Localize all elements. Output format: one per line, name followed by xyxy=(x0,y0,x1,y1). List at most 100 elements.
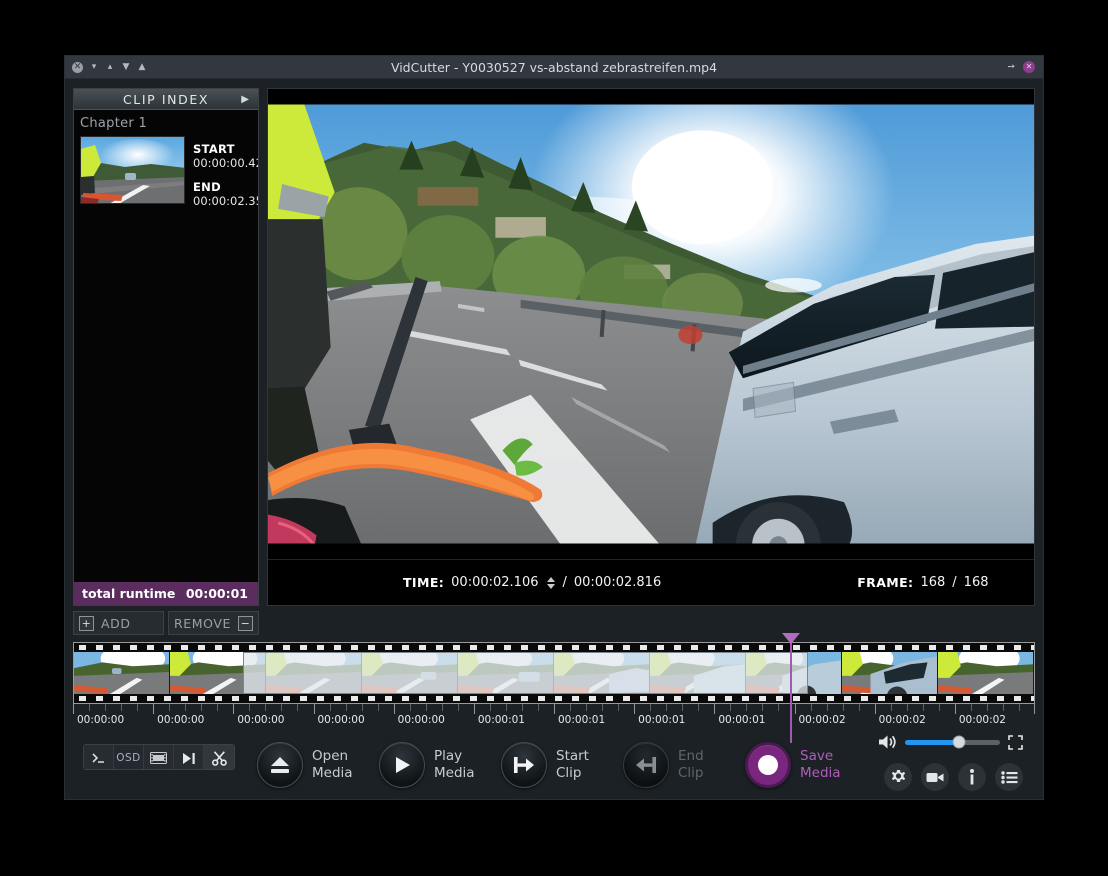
save-media-line1: Save xyxy=(800,748,834,764)
selection-region[interactable] xyxy=(242,652,809,694)
settings-gear-icon[interactable] xyxy=(884,763,912,791)
total-runtime-bar: total runtime 00:00:01 xyxy=(74,582,258,605)
save-media-button[interactable]: Save Media xyxy=(745,742,841,788)
window-title: VidCutter - Y0030527 vs-abstand zebrastr… xyxy=(390,59,718,75)
list-item[interactable]: START 00:00:00.421 END 00:00:02.356 xyxy=(74,136,258,208)
timeline[interactable]: 00:00:00 00:00:00 00:00:00 00:00:00 00:00:00… xyxy=(73,633,1035,743)
ruler-tick-minor xyxy=(105,704,107,711)
ruler-tick-minor xyxy=(425,704,427,711)
ruler-label: 00:00:01 xyxy=(558,714,606,726)
film-perforations-top xyxy=(74,643,1034,652)
clip-buttons: + ADD REMOVE − xyxy=(73,606,259,635)
volume-knob[interactable] xyxy=(952,735,966,749)
double-chevron-up-icon[interactable]: ▲ xyxy=(137,62,147,72)
play-media-button[interactable]: Play Media xyxy=(379,742,475,788)
bottom-toolbar: OSD Open Media Play Media Start Clip End… xyxy=(73,728,1035,791)
video-panel: TIME: 00:00:02.106 / 00:00:02.816 FRAME:… xyxy=(267,88,1035,606)
ruler-label: 00:00:00 xyxy=(77,714,125,726)
ruler-tick-minor xyxy=(858,704,860,711)
ruler-tick-minor xyxy=(169,704,171,711)
double-chevron-down-icon[interactable]: ▼ xyxy=(121,62,131,72)
end-clip-button[interactable]: End Clip xyxy=(623,742,704,788)
osd-icon[interactable]: OSD xyxy=(114,745,144,769)
close-icon[interactable]: ✕ xyxy=(72,61,83,73)
clip-index-body: Chapter 1 START 00:00:00.4 END 00:00:02.… xyxy=(74,110,258,582)
timeline-ruler[interactable]: 00:00:00 00:00:00 00:00:00 00:00:00 00:00:00… xyxy=(73,704,1035,727)
thumbnails-icon[interactable] xyxy=(144,745,174,769)
ruler-tick-minor xyxy=(810,704,812,711)
ruler-tick-minor xyxy=(746,704,748,711)
add-clip-label: ADD xyxy=(101,615,131,631)
play-media-label: Play Media xyxy=(434,748,475,782)
ruler-tick-minor xyxy=(682,704,684,711)
clip-start-icon xyxy=(501,742,547,788)
ruler-label: 00:00:02 xyxy=(798,714,846,726)
screen: ✕ ▾ ▴ ▼ ▲ VidCutter - Y0030527 vs-abstan… xyxy=(0,0,1108,876)
play-media-line2: Media xyxy=(434,765,475,781)
time-current-value[interactable]: 00:00:02.106 xyxy=(451,575,538,590)
ruler-tick-minor xyxy=(521,704,523,711)
ruler-tick-minor xyxy=(666,704,668,711)
ruler-tick-minor xyxy=(457,704,459,711)
end-clip-line1: End xyxy=(678,748,704,764)
clip-times: START 00:00:00.421 END 00:00:02.356 xyxy=(193,136,258,208)
ruler-tick-minor xyxy=(281,704,283,711)
volume-slider[interactable] xyxy=(905,735,1000,749)
ruler-tick-minor xyxy=(890,704,892,711)
add-clip-button[interactable]: + ADD xyxy=(73,611,164,635)
start-clip-button[interactable]: Start Clip xyxy=(501,742,589,788)
clip-index-header[interactable]: CLIP INDEX ▶ xyxy=(74,89,258,110)
ruler-tick-major xyxy=(634,704,636,714)
expand-arrow-icon[interactable]: ▶ xyxy=(241,94,249,105)
window-close-icon[interactable]: ✕ xyxy=(1023,61,1035,73)
media-status-bar: TIME: 00:00:02.106 / 00:00:02.816 FRAME:… xyxy=(268,559,1034,605)
remove-clip-button[interactable]: REMOVE − xyxy=(168,611,259,635)
clip-start-label: START xyxy=(193,142,235,156)
clip-actions-row: + ADD REMOVE − xyxy=(73,606,1035,635)
ruler-tick-minor xyxy=(906,704,908,711)
ruler-tick-major xyxy=(233,704,235,714)
plus-icon: + xyxy=(79,615,94,631)
ruler-tick-major xyxy=(554,704,555,714)
ruler-tick-minor xyxy=(441,704,443,711)
window-body: CLIP INDEX ▶ Chapter 1 START 00:00:00.4 … xyxy=(65,79,1043,799)
save-media-label: Save Media xyxy=(800,748,841,782)
cut-icon[interactable] xyxy=(204,745,234,769)
clip-index-panel: CLIP INDEX ▶ Chapter 1 START 00:00:00.4 … xyxy=(73,88,259,606)
ruler-tick-minor xyxy=(249,704,251,711)
fullscreen-icon[interactable] xyxy=(1008,734,1023,750)
volume-icon[interactable] xyxy=(878,734,897,750)
video-surface[interactable] xyxy=(268,89,1034,559)
clip-end-icon xyxy=(623,742,669,788)
clip-index-title: CLIP INDEX xyxy=(122,91,209,107)
filmstrip[interactable] xyxy=(73,642,1035,704)
frame-separator: / xyxy=(952,575,957,590)
start-clip-label: Start Clip xyxy=(556,748,589,782)
list-menu-icon[interactable] xyxy=(995,763,1023,791)
ruler-tick-minor xyxy=(922,704,924,711)
ruler-tick-minor xyxy=(618,704,620,711)
step-frame-icon[interactable] xyxy=(174,745,204,769)
ruler-tick-minor xyxy=(537,704,539,711)
volume-row xyxy=(878,734,1023,750)
chevron-down-icon[interactable]: ▾ xyxy=(89,62,99,72)
time-stepper[interactable] xyxy=(546,576,555,589)
chevron-up-icon[interactable]: ▴ xyxy=(105,62,115,72)
ruler-tick-minor xyxy=(489,704,491,711)
ruler-tick-minor xyxy=(297,704,299,711)
pin-icon[interactable]: ➚ xyxy=(1005,61,1017,74)
open-media-button[interactable]: Open Media xyxy=(257,742,353,788)
ruler-tick-minor xyxy=(570,704,572,711)
end-clip-line2: Clip xyxy=(678,765,704,781)
video-camera-icon[interactable] xyxy=(921,763,949,791)
info-icon[interactable] xyxy=(958,763,986,791)
play-media-line1: Play xyxy=(434,748,463,764)
upper-area: CLIP INDEX ▶ Chapter 1 START 00:00:00.4 … xyxy=(73,88,1035,606)
title-bar: ✕ ▾ ▴ ▼ ▲ VidCutter - Y0030527 vs-abstan… xyxy=(65,56,1043,79)
window-controls-right: ➚ ✕ xyxy=(1005,61,1043,74)
clip-thumbnail xyxy=(80,136,185,204)
playhead[interactable] xyxy=(781,633,800,743)
total-runtime-value: 00:00:01 xyxy=(185,586,248,601)
console-icon[interactable] xyxy=(84,745,114,769)
